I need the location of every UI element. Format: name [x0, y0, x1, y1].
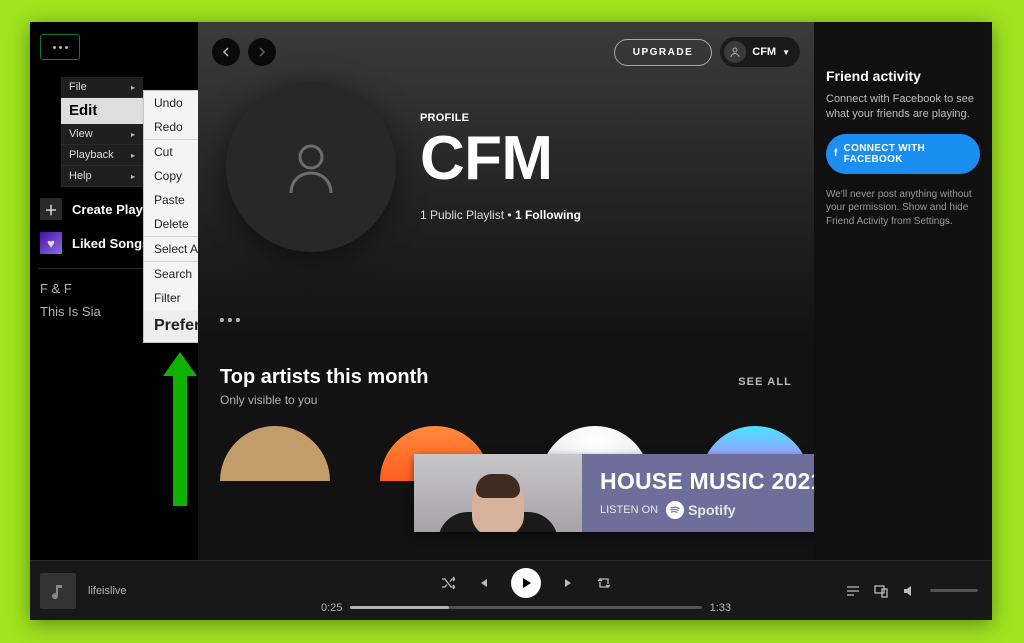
nav-back[interactable]: [212, 38, 240, 66]
play-button[interactable]: [511, 568, 541, 598]
profile-header: PROFILE CFM 1 Public Playlist • 1 Follow…: [226, 82, 581, 252]
music-note-icon: [40, 573, 76, 609]
profile-avatar[interactable]: [226, 82, 396, 252]
section-title: Top artists this month: [220, 366, 429, 389]
spotify-logo: Spotify: [666, 501, 735, 519]
friend-desc: Connect with Facebook to see what your f…: [826, 92, 980, 122]
menu-file[interactable]: File▸: [61, 77, 143, 98]
queue-icon[interactable]: [846, 584, 860, 598]
plus-icon: ＋: [40, 198, 62, 220]
previous-button[interactable]: [477, 577, 489, 589]
annotation-arrow: [165, 352, 195, 506]
ad-banner[interactable]: HOUSE MUSIC 2021 LISTEN ON Spotify ⊕TOPS…: [414, 454, 814, 532]
nav-forward[interactable]: [248, 38, 276, 66]
menu-edit[interactable]: Edit: [61, 98, 143, 124]
app-menu-button[interactable]: [40, 34, 80, 60]
ad-image: [414, 454, 582, 532]
volume-bar[interactable]: [930, 589, 978, 592]
player-bar: lifeislive 0:25 1:33: [30, 560, 992, 620]
friend-activity-panel: Friend activity Connect with Facebook to…: [814, 22, 992, 560]
repeat-button[interactable]: [597, 576, 611, 590]
more-options[interactable]: [220, 318, 240, 322]
progress-bar[interactable]: [350, 606, 701, 609]
menu-view[interactable]: View▸: [61, 124, 143, 145]
avatar-icon: [724, 41, 746, 63]
heart-icon: ♥: [40, 232, 62, 254]
main-content: UPGRADE CFM ▼ PROFILE CFM 1 Public Playl…: [198, 22, 814, 560]
section-subtitle: Only visible to you: [220, 393, 429, 407]
see-all-link[interactable]: SEE ALL: [738, 376, 792, 388]
player-controls: 0:25 1:33: [230, 568, 822, 614]
chevron-down-icon: ▼: [782, 48, 790, 57]
top-bar: UPGRADE CFM ▼: [198, 22, 814, 82]
artist-card[interactable]: [220, 426, 330, 481]
section-header: Top artists this month Only visible to y…: [220, 366, 429, 407]
connect-facebook-button[interactable]: f CONNECT WITH FACEBOOK: [826, 134, 980, 174]
menu-playback[interactable]: Playback▸: [61, 145, 143, 166]
now-playing: lifeislive: [30, 573, 230, 609]
shuffle-button[interactable]: [441, 576, 455, 590]
user-menu[interactable]: CFM ▼: [720, 37, 800, 67]
app-window: — □ ✕ File▸ Edit View▸ Playback▸ Help▸ ＋…: [30, 22, 992, 620]
upgrade-button[interactable]: UPGRADE: [614, 39, 713, 66]
menu-help[interactable]: Help▸: [61, 166, 143, 187]
volume-icon[interactable]: [902, 584, 916, 598]
time-elapsed: 0:25: [321, 602, 342, 614]
friend-note: We'll never post anything without your p…: [826, 188, 980, 229]
profile-meta: 1 Public Playlist • 1 Following: [420, 208, 581, 222]
main-menu: File▸ Edit View▸ Playback▸ Help▸: [60, 76, 144, 188]
devices-icon[interactable]: [874, 584, 888, 598]
next-button[interactable]: [563, 577, 575, 589]
profile-name: CFM: [420, 128, 581, 190]
track-title[interactable]: lifeislive: [88, 585, 127, 597]
ad-title: HOUSE MUSIC 2021: [600, 468, 814, 495]
facebook-icon: f: [834, 148, 838, 159]
ad-listen-label: LISTEN ON: [600, 504, 658, 516]
player-extras: [822, 584, 992, 598]
friend-title: Friend activity: [826, 68, 980, 84]
profile-label: PROFILE: [420, 112, 581, 124]
time-total: 1:33: [710, 602, 731, 614]
